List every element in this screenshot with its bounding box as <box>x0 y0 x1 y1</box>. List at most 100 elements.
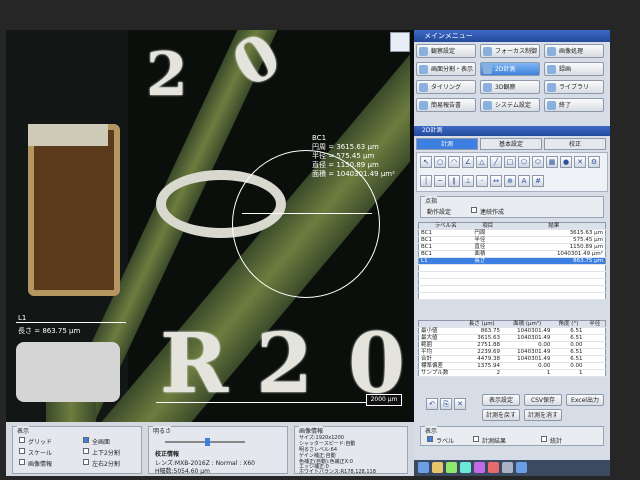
menu-observation-settings-button[interactable]: 観察設定 <box>416 44 476 58</box>
split-horizontal-option[interactable] <box>83 459 89 465</box>
menu-record-button[interactable]: 録画 <box>544 62 604 76</box>
menu-report-button[interactable]: 簡易報告書 <box>416 98 476 112</box>
horizontal-tool-icon[interactable]: ─ <box>434 175 446 187</box>
measure2d-title: 2D計測 <box>414 126 610 136</box>
menu-button-label: 簡易報告書 <box>431 102 462 109</box>
stats-header-row: 長さ (μm) 面積 (μm²) 角度 (°) 半径 <box>418 320 606 328</box>
ruler-icon <box>483 65 492 74</box>
column-header[interactable]: 項目 <box>472 222 503 230</box>
measurement-line: 半径 = 575.45 μm <box>312 152 375 160</box>
menu-3d-observation-button[interactable]: 3D観察 <box>480 80 540 94</box>
stats-cell: 最大値 <box>418 334 462 342</box>
triangle-tool-icon[interactable]: △ <box>476 156 488 168</box>
table-row[interactable]: BC1 直径 1150.89 μm <box>418 243 606 251</box>
slider-knob[interactable] <box>205 438 210 446</box>
ellipse-tool-icon[interactable]: ⬭ <box>532 156 544 168</box>
table-row[interactable]: BC1 半径 575.45 μm <box>418 236 606 244</box>
tiling-icon <box>419 83 428 92</box>
table-cell: 半径 <box>472 236 503 244</box>
column-header[interactable]: 結果 <box>502 222 606 230</box>
color-tool-icon[interactable]: ● <box>560 156 572 168</box>
area-tool-icon[interactable]: ▦ <box>546 156 558 168</box>
table-row[interactable]: BC1 円周 3615.63 μm <box>418 229 606 237</box>
menu-tiling-button[interactable]: タイリング <box>416 80 476 94</box>
stats-row: 合計 4479.38 1040301.49 6.51 <box>418 355 606 363</box>
measure2d-tabs: 計測 基本設定 校正 <box>416 138 608 150</box>
menu-2d-measure-button[interactable]: 2D計測 <box>480 62 540 76</box>
home-icon[interactable] <box>390 32 410 52</box>
circle-tool-icon[interactable]: ○ <box>434 156 446 168</box>
stats-cell: サンプル数 <box>418 369 462 377</box>
distance-tool-icon[interactable]: ↔ <box>490 175 502 187</box>
menu-button-label: 3D観察 <box>495 84 516 91</box>
grid-checkbox[interactable] <box>19 437 25 443</box>
image-info-checkbox[interactable] <box>19 459 25 465</box>
scale-line <box>156 402 366 403</box>
app-icon[interactable] <box>460 462 471 473</box>
app-icon[interactable] <box>502 462 513 473</box>
line-tool-icon[interactable]: ╱ <box>490 156 502 168</box>
label-checkbox[interactable] <box>427 436 433 442</box>
stats-cell: 1040301.49 <box>501 327 553 335</box>
continuous-checkbox[interactable] <box>471 207 477 213</box>
point-tool-icon[interactable]: · <box>476 175 488 187</box>
table-settings-button[interactable]: 表示設定 <box>482 394 520 406</box>
pointer-tool-icon[interactable]: ↖ <box>420 156 432 168</box>
cube-icon <box>483 83 492 92</box>
column-header[interactable]: ラベル名 <box>418 222 473 230</box>
menu-split-display-button[interactable]: 画面分割・表示 <box>416 62 476 76</box>
scale-checkbox[interactable] <box>19 448 25 454</box>
perpendicular-tool-icon[interactable]: ⊥ <box>462 175 474 187</box>
table-row-selected[interactable]: L1 長さ 863.75 μm <box>418 257 606 265</box>
brightness-slider[interactable] <box>165 438 245 446</box>
csv-save-button[interactable]: CSV保存 <box>524 394 562 406</box>
tab-basic-settings[interactable]: 基本設定 <box>480 138 542 150</box>
excel-output-button[interactable]: Excel出力 <box>566 394 604 406</box>
table-row[interactable]: BC1 面積 1040301.49 μm² <box>418 250 606 258</box>
undo-measure-button[interactable]: 計測を戻す <box>482 409 520 421</box>
app-icon[interactable] <box>446 462 457 473</box>
parallel-tool-icon[interactable]: ∥ <box>448 175 460 187</box>
app-icon[interactable] <box>516 462 527 473</box>
tab-calibration[interactable]: 校正 <box>544 138 606 150</box>
delete-measure-button[interactable]: 計測を消す <box>524 409 562 421</box>
arc-tool-icon[interactable]: ◠ <box>448 156 460 168</box>
split-vertical-option[interactable] <box>83 448 89 454</box>
text-tool-icon[interactable]: A <box>518 175 530 187</box>
menu-system-settings-button[interactable]: システム設定 <box>480 98 540 112</box>
menu-exit-button[interactable]: 終了 <box>544 98 604 112</box>
table-cell: BC1 <box>418 250 473 258</box>
microscope-view[interactable]: 2 0 R 2 0 BC1 円周 = 3615.63 μm 半径 = 575.4… <box>6 30 410 422</box>
copy-icon[interactable]: ⎘ <box>440 398 452 410</box>
app-icon[interactable] <box>418 462 429 473</box>
stats-cell: 0.00 <box>552 362 585 370</box>
tab-measure[interactable]: 計測 <box>416 138 478 150</box>
count-tool-icon[interactable]: # <box>532 175 544 187</box>
menu-library-button[interactable]: ライブラリ <box>544 80 604 94</box>
undo-icon[interactable]: ↶ <box>426 398 438 410</box>
measure-value-checkbox[interactable] <box>473 436 479 442</box>
results-table: ラベル名 項目 結果 BC1 円周 3615.63 μm BC1 半径 575.… <box>418 222 606 300</box>
brightness-calibration-group: 明るさ 校正情報 レンズ:MXB-2016Z : Normal : X60 H幅… <box>148 426 288 475</box>
measurement-crosshair <box>242 213 372 214</box>
eraser-tool-icon[interactable]: ✕ <box>574 156 586 168</box>
component-cap <box>28 124 108 146</box>
center-tool-icon[interactable]: ⊕ <box>504 175 516 187</box>
h-size-info: H幅数:5054.60 μm <box>155 468 210 475</box>
stats-cell: 3615.63 <box>461 334 502 342</box>
app-icon[interactable] <box>432 462 443 473</box>
vertical-tool-icon[interactable]: │ <box>420 175 432 187</box>
stats-checkbox[interactable] <box>541 436 547 442</box>
square-tool-icon[interactable]: □ <box>504 156 516 168</box>
full-screen-option[interactable] <box>83 437 89 443</box>
menu-image-processing-button[interactable]: 画像処理 <box>544 44 604 58</box>
menu-button-label: タイリング <box>431 84 462 91</box>
app-icon[interactable] <box>474 462 485 473</box>
settings-tool-icon[interactable]: ⚙ <box>588 156 600 168</box>
menu-focus-control-button[interactable]: フォーカス制御 <box>480 44 540 58</box>
app-icon[interactable] <box>488 462 499 473</box>
polygon-tool-icon[interactable]: ⬠ <box>518 156 530 168</box>
delete-icon[interactable]: ✕ <box>454 398 466 410</box>
angle-tool-icon[interactable]: ∠ <box>462 156 474 168</box>
split-icon <box>419 65 428 74</box>
